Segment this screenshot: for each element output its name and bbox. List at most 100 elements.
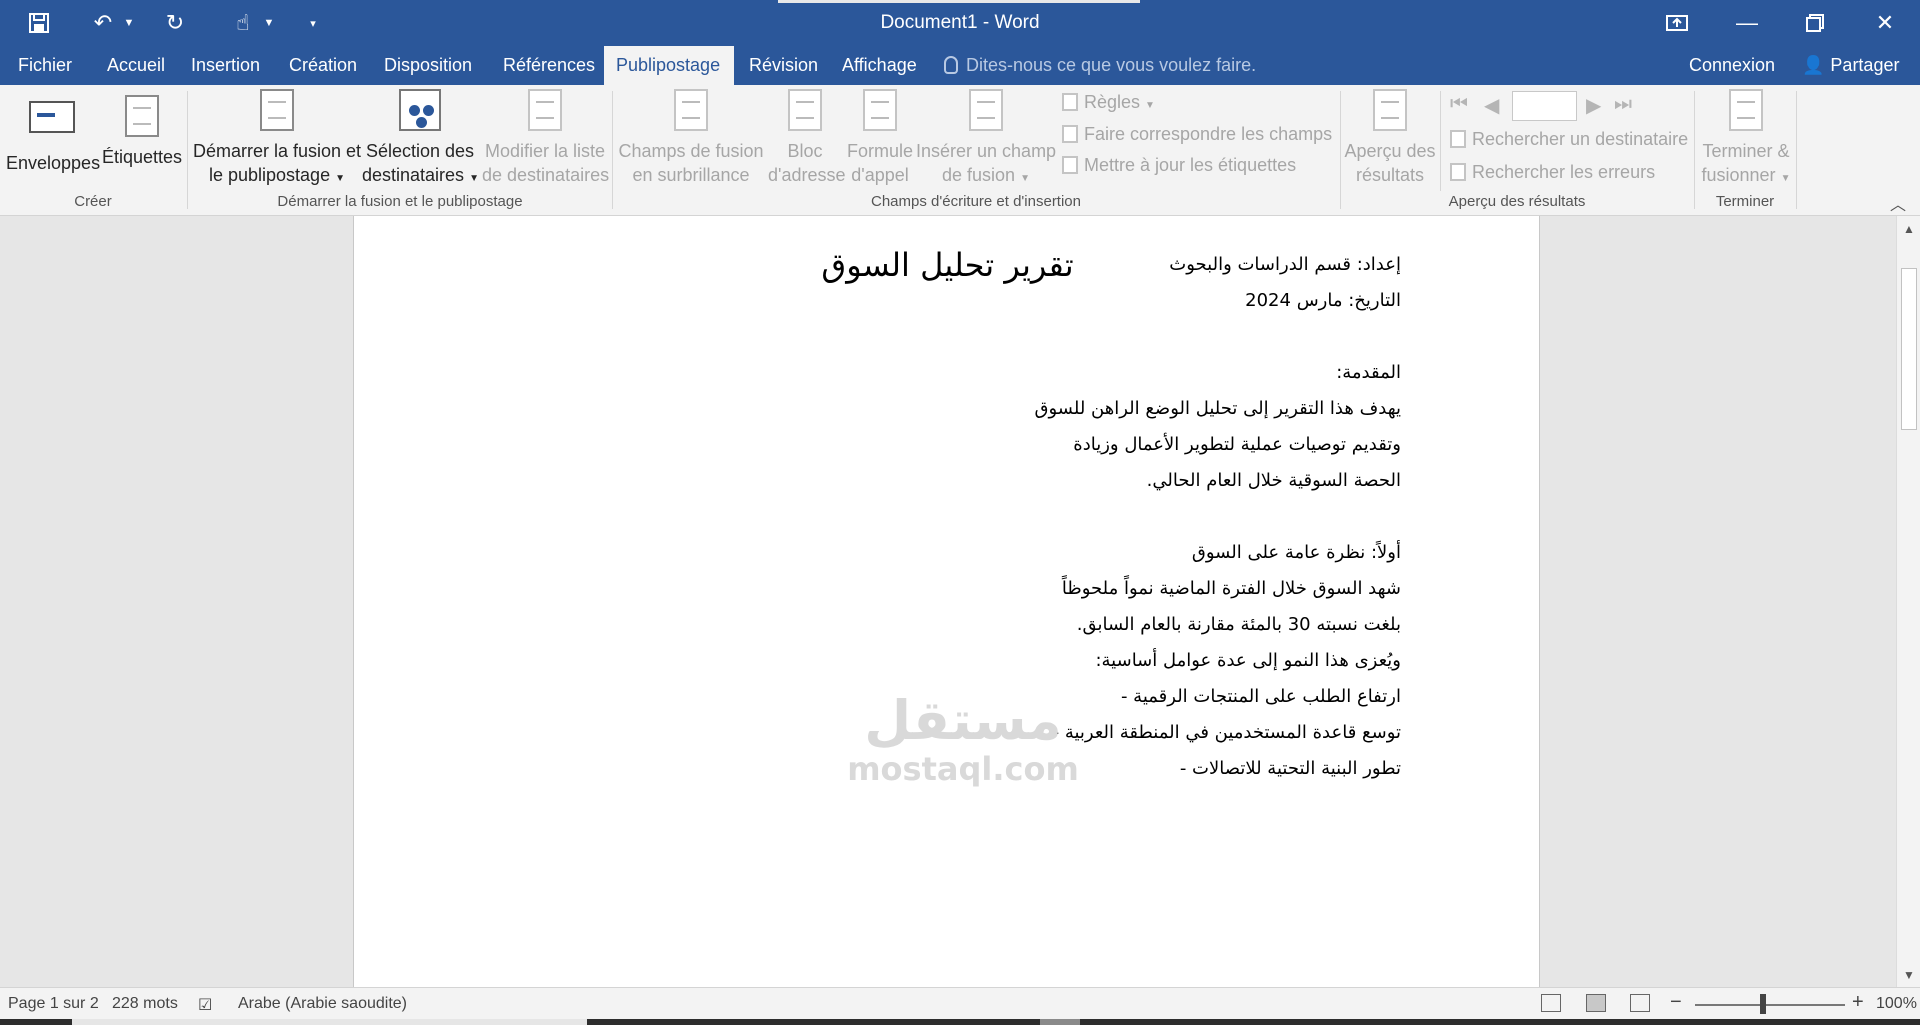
document-line: ويُعزى هذا النمو إلى عدة عوامل أساسية: [1095, 650, 1401, 671]
vertical-scrollbar[interactable]: ▲ ▼ [1896, 216, 1920, 987]
dropdown-arrow-icon: ▼ [1020, 173, 1030, 184]
dropdown-arrow-icon: ▼ [335, 173, 346, 184]
dropdown-arrow-icon: ▼ [1145, 100, 1155, 111]
record-number-input[interactable] [1512, 91, 1577, 121]
last-record-icon[interactable]: ⏭ [1614, 93, 1632, 116]
check-errors-icon [1450, 163, 1466, 181]
zoom-slider[interactable] [1695, 1004, 1845, 1006]
greeting-line-button[interactable]: Formule d'appel [846, 89, 914, 187]
collapse-ribbon-icon[interactable]: ︿ [1890, 191, 1906, 215]
address-block-icon [788, 89, 822, 131]
dropdown-arrow-icon: ▼ [1780, 173, 1791, 184]
recipients-icon [399, 89, 441, 131]
title-bar: ↶ ▼ ↻ ☝ ▼ ▾ Document1 - Word — ✕ [0, 0, 1920, 46]
check-errors-button[interactable]: Rechercher les erreurs [1450, 157, 1655, 187]
person-add-icon: 👤 [1802, 55, 1825, 75]
match-fields-icon [1062, 125, 1078, 143]
group-separator [1796, 91, 1797, 209]
next-record-icon[interactable]: ▶ [1586, 93, 1601, 118]
insert-merge-field-button[interactable]: Insérer un champ de fusion ▼ [916, 89, 1056, 191]
rules-button[interactable]: Règles ▼ [1062, 87, 1155, 117]
dropdown-arrow-icon: ▼ [469, 173, 479, 184]
match-fields-button[interactable]: Faire correspondre les champs [1062, 119, 1332, 149]
watermark: مستقل mostaql.com [843, 690, 1083, 787]
tab-accueil[interactable]: Accueil [95, 46, 177, 85]
greeting-line-icon [863, 89, 897, 131]
read-mode-icon[interactable] [1541, 994, 1561, 1012]
preview-results-button[interactable]: Aperçu des résultats [1344, 89, 1436, 187]
group-separator [187, 91, 188, 209]
highlight-merge-fields-button[interactable]: Champs de fusion en surbrillance [618, 89, 764, 187]
finish-merge-icon [1729, 89, 1763, 131]
ribbon-display-options-icon[interactable] [1642, 0, 1712, 46]
tab-disposition[interactable]: Disposition [372, 46, 484, 85]
web-layout-icon[interactable] [1630, 994, 1650, 1012]
share-button[interactable]: 👤 Partager [1790, 46, 1911, 85]
close-icon[interactable]: ✕ [1850, 0, 1920, 46]
scroll-thumb[interactable] [1901, 268, 1917, 430]
first-record-icon[interactable]: ⏮ [1450, 93, 1468, 116]
document-page[interactable]: تقرير تحليل السوق إعداد: قسم الدراسات وا… [353, 216, 1540, 987]
tab-revision[interactable]: Révision [737, 46, 830, 85]
group-label-write: Champs d'écriture et d'insertion [871, 193, 1081, 210]
group-label-create: Créer [74, 193, 112, 210]
page-count[interactable]: Page 1 sur 2 [8, 995, 99, 1013]
tab-creation[interactable]: Création [277, 46, 369, 85]
rules-icon [1062, 93, 1078, 111]
highlight-fields-icon [674, 89, 708, 131]
preview-abc-icon [1373, 89, 1407, 131]
envelopes-button[interactable]: Enveloppes [6, 95, 100, 175]
language-indicator[interactable]: Arabe (Arabie saoudite) [238, 995, 407, 1013]
zoom-slider-thumb[interactable] [1760, 994, 1766, 1014]
document-line: المقدمة: [1336, 362, 1401, 383]
tab-publipostage[interactable]: Publipostage [604, 46, 734, 85]
address-block-button[interactable]: Bloc d'adresse [768, 89, 845, 187]
title-accent-bar [778, 0, 1140, 3]
envelope-icon [29, 101, 75, 133]
ribbon-tabs: Fichier Accueil Insertion Création Dispo… [0, 46, 1920, 85]
scroll-down-icon[interactable]: ▼ [1903, 968, 1915, 982]
tab-affichage[interactable]: Affichage [830, 46, 929, 85]
proofing-icon[interactable]: ☑ [198, 995, 212, 1015]
document-line: شهد السوق خلال الفترة الماضية نمواً ملحو… [1061, 578, 1401, 599]
document-line: أولاً: نظرة عامة على السوق [1191, 542, 1401, 563]
zoom-in-button[interactable]: + [1852, 991, 1864, 1014]
start-mail-merge-button[interactable]: Démarrer la fusion et le publipostage ▼ [192, 89, 362, 191]
labels-button[interactable]: Étiquettes [100, 95, 184, 169]
document-line: يهدف هذا التقرير إلى تحليل الوضع الراهن … [1034, 398, 1401, 419]
window-title: Document1 - Word [880, 12, 1040, 33]
restore-icon[interactable] [1780, 0, 1850, 46]
find-recipient-icon [1450, 130, 1466, 148]
tab-references[interactable]: Références [491, 46, 607, 85]
group-label-start: Démarrer la fusion et le publipostage [277, 193, 523, 210]
previous-record-icon[interactable]: ◀ [1484, 93, 1499, 118]
mail-merge-icon [260, 89, 294, 131]
document-line: التاريخ: مارس 2024 [1245, 290, 1401, 311]
word-count[interactable]: 228 mots [112, 995, 178, 1013]
taskbar-strip [0, 1019, 1920, 1025]
update-labels-button[interactable]: Mettre à jour les étiquettes [1062, 150, 1296, 180]
taskbar-segment [72, 1019, 587, 1025]
tab-insertion[interactable]: Insertion [179, 46, 272, 85]
document-line: إعداد: قسم الدراسات والبحوث [1169, 254, 1401, 275]
lightbulb-icon [944, 56, 958, 74]
zoom-level[interactable]: 100% [1876, 995, 1917, 1013]
labels-icon [125, 95, 159, 137]
signin-link[interactable]: Connexion [1677, 46, 1787, 85]
tab-fichier[interactable]: Fichier [6, 46, 84, 85]
group-separator [1440, 91, 1441, 191]
edit-recipient-list-button[interactable]: Modifier la liste de destinataires [482, 89, 609, 187]
document-workspace: تقرير تحليل السوق إعداد: قسم الدراسات وا… [0, 216, 1896, 987]
edit-list-icon [528, 89, 562, 131]
print-layout-icon[interactable] [1586, 994, 1606, 1012]
select-recipients-button[interactable]: Sélection des destinataires ▼ [362, 89, 479, 191]
find-recipient-button[interactable]: Rechercher un destinataire [1450, 124, 1688, 154]
tell-me-search[interactable]: Dites-nous ce que vous voulez faire. [944, 46, 1256, 85]
group-label-finish: Terminer [1715, 193, 1775, 210]
finish-merge-button[interactable]: Terminer & fusionner ▼ [1698, 89, 1794, 191]
document-line: الحصة السوقية خلال العام الحالي. [1146, 470, 1401, 491]
zoom-out-button[interactable]: − [1670, 991, 1682, 1014]
minimize-icon[interactable]: — [1712, 0, 1782, 46]
scroll-up-icon[interactable]: ▲ [1903, 222, 1915, 236]
document-line: بلغت نسبته 30 بالمئة مقارنة بالعام الساب… [1076, 614, 1401, 635]
